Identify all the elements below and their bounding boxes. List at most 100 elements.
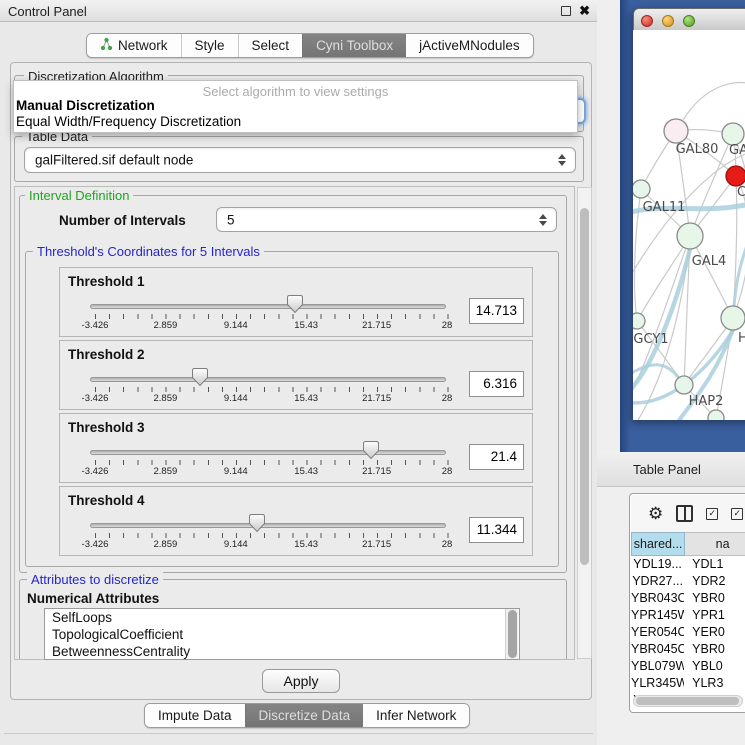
cell-name: YDR2	[684, 573, 745, 590]
window-minimize-icon[interactable]	[662, 15, 674, 27]
window-zoom-icon[interactable]	[683, 15, 695, 27]
table-row[interactable]: YBR045CYBR0	[631, 641, 745, 658]
slider-track[interactable]	[90, 377, 446, 382]
attribute-item-topologicalcoefficient[interactable]: TopologicalCoefficient	[45, 626, 519, 643]
table-row[interactable]: YBR043CYBR0	[631, 590, 745, 607]
table-data-combobox[interactable]: galFiltered.sif default node	[24, 147, 576, 173]
table-row[interactable]: YPR145WYPR1	[631, 607, 745, 624]
slider-ticks	[95, 314, 449, 319]
table-rows: YDL19...YDL1YDR27...YDR2YBR043CYBR0YPR14…	[631, 556, 745, 709]
cell-name: YBR0	[684, 641, 745, 658]
slider-thumb[interactable]	[363, 441, 379, 459]
tick-label: 9.144	[224, 539, 248, 550]
scrollbar-thumb[interactable]	[580, 208, 589, 565]
dropdown-option-manual-discretization[interactable]: Manual Discretization	[14, 98, 577, 114]
slider-thumb[interactable]	[192, 368, 208, 386]
tick-label: 9.144	[224, 466, 248, 477]
tick-label: -3.426	[82, 393, 109, 404]
network-canvas[interactable]: GAL80GACGAL11GAL4GCY1HHAP2	[633, 30, 745, 420]
network-node-gal11[interactable]	[633, 180, 650, 198]
attributes-list-scrollbar[interactable]	[505, 609, 518, 659]
dropdown-options: Manual DiscretizationEqual Width/Frequen…	[14, 98, 577, 130]
tab-network[interactable]: Network	[87, 34, 181, 57]
tab-cyni-toolbox[interactable]: Cyni Toolbox	[302, 34, 406, 57]
tab-select[interactable]: Select	[238, 34, 303, 57]
control-panel-titlebar: Control Panel ✖	[0, 0, 597, 22]
network-window-titlebar[interactable]	[634, 9, 745, 31]
network-node-hap2[interactable]	[675, 376, 693, 394]
split-columns-icon[interactable]	[676, 505, 693, 522]
slider-ticks	[95, 533, 449, 538]
network-node-ga[interactable]	[722, 123, 744, 145]
node-label: GAL11	[643, 200, 686, 215]
number-of-intervals-value: 5	[227, 212, 235, 227]
table-row[interactable]: YDL19...YDL1	[631, 556, 745, 573]
table-row[interactable]: YLR345WYLR3	[631, 675, 745, 692]
float-window-icon[interactable]	[561, 6, 571, 16]
node-label: GAL4	[692, 254, 726, 269]
table-data-value: galFiltered.sif default node	[35, 153, 193, 168]
tab-impute-data[interactable]: Impute Data	[145, 704, 245, 727]
checkbox-checked-icon[interactable]: ✓	[731, 508, 743, 520]
checkbox-checked-icon[interactable]: ✓	[706, 508, 718, 520]
tab-jactivemnodules[interactable]: jActiveMNodules	[406, 34, 533, 57]
node-label: GCY1	[633, 332, 668, 347]
tick-label: -3.426	[82, 466, 109, 477]
column-header-name[interactable]: na	[685, 532, 745, 556]
table-row[interactable]: YDR27...YDR2	[631, 573, 745, 590]
interval-definition-title: Interval Definition	[25, 188, 133, 203]
threshold-value-field[interactable]: 6.316	[469, 371, 524, 397]
tick-label: 28	[442, 320, 453, 331]
network-node-h[interactable]	[721, 306, 745, 330]
number-of-intervals-label: Number of Intervals	[59, 213, 186, 228]
tab-style[interactable]: Style	[181, 34, 238, 57]
table-row[interactable]: YER054CYER0	[631, 624, 745, 641]
close-icon[interactable]: ✖	[579, 3, 590, 19]
number-of-intervals-combobox[interactable]: 5	[216, 207, 557, 232]
table-row[interactable]: YBL079WYBL0	[631, 658, 745, 675]
tab-infer-network[interactable]: Infer Network	[363, 704, 469, 727]
slider-thumb[interactable]	[249, 514, 265, 532]
network-node-gal4[interactable]	[677, 223, 703, 249]
network-node-gal80[interactable]	[664, 119, 688, 143]
tick-label: -3.426	[82, 320, 109, 331]
tick-label: 21.715	[362, 466, 391, 477]
table-horizontal-scrollbar[interactable]	[633, 695, 743, 707]
threshold-label: Threshold 1	[68, 274, 145, 289]
network-node-gcy1[interactable]	[633, 313, 645, 329]
attribute-item-betweennesscentrality[interactable]: BetweennessCentrality	[45, 643, 519, 660]
cell-shared-name: YBR043C	[631, 590, 684, 607]
threshold-value-field[interactable]: 21.4	[469, 444, 524, 470]
numerical-attributes-label: Numerical Attributes	[27, 591, 159, 606]
window-close-icon[interactable]	[641, 15, 653, 27]
algorithm-dropdown-popup: Select algorithm to view settings Manual…	[13, 80, 578, 133]
combo-stepper-icon	[539, 214, 547, 226]
threshold-value-field[interactable]: 11.344	[469, 517, 524, 543]
dropdown-hint: Select algorithm to view settings	[14, 81, 577, 98]
tick-label: -3.426	[82, 539, 109, 550]
scrollbar-thumb[interactable]	[636, 697, 739, 705]
network-node-c[interactable]	[726, 166, 745, 186]
threshold-value-field[interactable]: 14.713	[469, 298, 524, 324]
network-node[interactable]	[708, 410, 724, 420]
apply-button[interactable]: Apply	[262, 669, 340, 693]
tick-label: 9.144	[224, 393, 248, 404]
network-icon	[100, 37, 113, 54]
slider-track[interactable]	[90, 304, 446, 309]
attributes-group-title: Attributes to discretize	[27, 572, 163, 587]
slider-thumb[interactable]	[287, 295, 303, 313]
threshold-label: Threshold 2	[68, 347, 145, 362]
dropdown-option-equal-width-frequency-discretization[interactable]: Equal Width/Frequency Discretization	[14, 114, 577, 130]
attribute-item-selfloops[interactable]: SelfLoops	[45, 609, 519, 626]
settings-vertical-scrollbar[interactable]	[577, 187, 592, 659]
threshold-panel-1: Threshold 1-3.4262.8599.14415.4321.71528…	[59, 267, 533, 337]
gear-icon[interactable]: ⚙	[648, 505, 663, 522]
slider-track[interactable]	[90, 523, 446, 528]
panel-divider	[4, 733, 593, 734]
column-header-shared-name[interactable]: shared...	[631, 532, 685, 556]
scrollbar-thumb[interactable]	[508, 610, 517, 658]
slider-track[interactable]	[90, 450, 446, 455]
threshold-panel-3: Threshold 3-3.4262.8599.14415.4321.71528…	[59, 413, 533, 483]
tab-label: Select	[252, 38, 290, 53]
tab-discretize-data[interactable]: Discretize Data	[245, 704, 364, 727]
